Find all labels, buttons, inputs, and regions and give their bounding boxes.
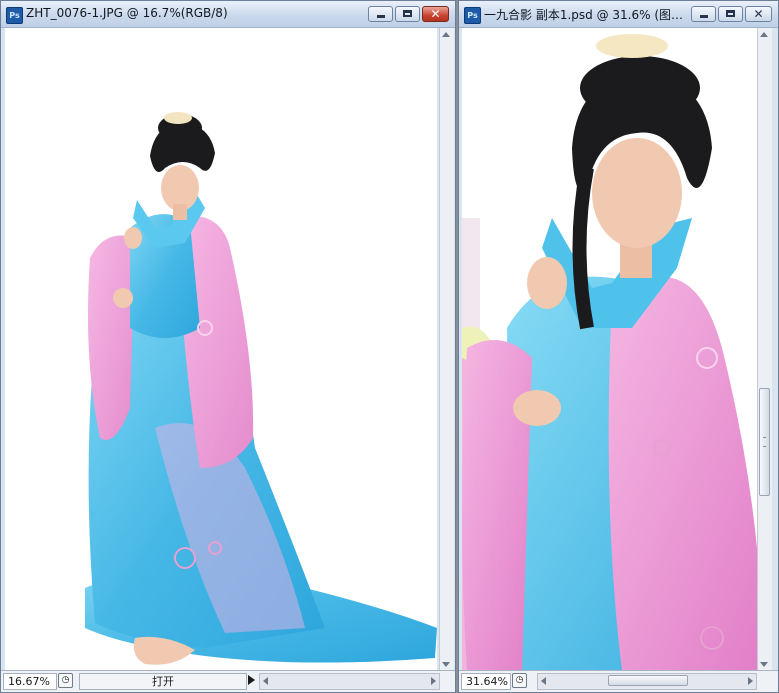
close-button[interactable]: ✕ [745, 6, 772, 22]
status-bar: 16.67% ◷ 打开 [1, 670, 455, 692]
scroll-down-icon[interactable] [760, 662, 768, 667]
horizontal-scrollbar[interactable] [259, 673, 440, 690]
scroll-up-icon[interactable] [442, 32, 450, 37]
scroll-right-icon[interactable] [748, 677, 753, 685]
image-canvas[interactable] [462, 28, 757, 671]
minimize-button[interactable] [368, 6, 393, 22]
document-info-icon[interactable]: ◷ [512, 673, 527, 688]
status-bar: 31.64% ◷ [459, 670, 778, 692]
title-bar[interactable]: Ps 一九合影 副本1.psd @ 31.6% (图… ✕ [459, 1, 778, 28]
vertical-scrollbar[interactable] [439, 28, 454, 671]
play-icon[interactable] [248, 675, 255, 685]
zoom-level-field[interactable]: 16.67% [3, 673, 57, 690]
scroll-left-icon[interactable] [263, 677, 268, 685]
window-title: ZHT_0076-1.JPG @ 16.7%(RGB/8) [26, 6, 228, 20]
scroll-right-icon[interactable] [431, 677, 436, 685]
minimize-icon [700, 15, 708, 18]
minimize-icon [377, 15, 385, 18]
photoshop-icon: Ps [464, 7, 481, 24]
scroll-down-icon[interactable] [442, 662, 450, 667]
vertical-scrollbar[interactable] [757, 28, 772, 671]
minimize-button[interactable] [691, 6, 716, 22]
maximize-button[interactable] [395, 6, 420, 22]
status-info-label[interactable]: 打开 [79, 673, 247, 690]
window-title: 一九合影 副本1.psd @ 31.6% (图… [484, 8, 683, 22]
document-window-1[interactable]: Ps ZHT_0076-1.JPG @ 16.7%(RGB/8) ✕ 16.67… [0, 0, 456, 693]
title-bar[interactable]: Ps ZHT_0076-1.JPG @ 16.7%(RGB/8) ✕ [1, 1, 455, 28]
photo-woman-hanfu [85, 112, 437, 665]
close-icon: ✕ [430, 7, 441, 21]
maximize-icon [726, 10, 735, 17]
window-controls: ✕ [691, 6, 772, 22]
document-info-icon[interactable]: ◷ [58, 673, 73, 688]
horizontal-scrollbar[interactable] [537, 673, 757, 690]
window-controls: ✕ [368, 6, 449, 22]
close-icon: ✕ [753, 7, 764, 21]
photo-woman-hanfu-closeup [462, 34, 757, 671]
maximize-button[interactable] [718, 6, 743, 22]
maximize-icon [403, 10, 412, 17]
image-canvas[interactable] [5, 28, 437, 671]
scroll-left-icon[interactable] [541, 677, 546, 685]
zoom-level-field[interactable]: 31.64% [461, 673, 511, 690]
vertical-scroll-thumb[interactable] [759, 388, 770, 496]
close-button[interactable]: ✕ [422, 6, 449, 22]
document-window-2[interactable]: Ps 一九合影 副本1.psd @ 31.6% (图… ✕ 31.64% ◷ [458, 0, 779, 693]
photoshop-icon: Ps [6, 7, 23, 24]
horizontal-scroll-thumb[interactable] [608, 675, 688, 686]
scroll-up-icon[interactable] [760, 32, 768, 37]
